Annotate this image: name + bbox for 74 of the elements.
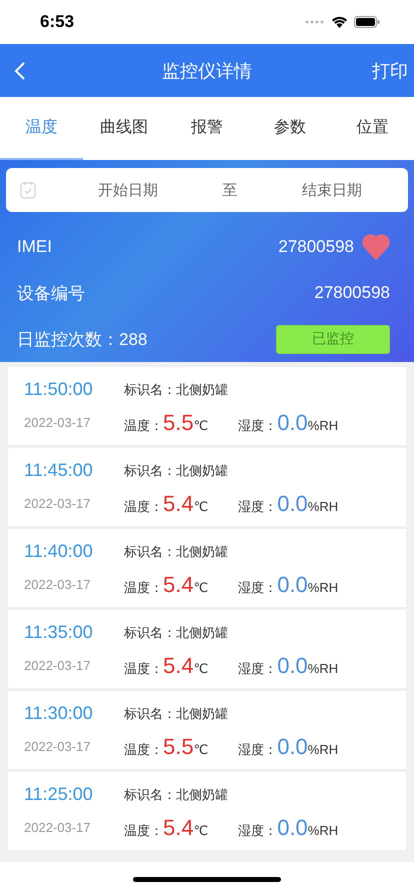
nav-title: 监控仪详情: [162, 60, 252, 82]
record-date: 2022-03-17: [24, 496, 92, 511]
temperature-value: 5.5: [163, 410, 194, 436]
temperature-label: 温度：: [124, 416, 163, 434]
tag-name: 标识名：北侧奶罐: [124, 704, 228, 722]
temperature-unit: ℃: [194, 498, 208, 514]
tag-name: 标识名：北侧奶罐: [124, 542, 228, 560]
status-time: 6:53: [40, 12, 74, 32]
humidity-unit: %RH: [308, 660, 338, 676]
tab[interactable]: 报警: [166, 97, 248, 160]
temperature-value: 5.4: [163, 490, 194, 516]
temperature-label: 温度：: [124, 578, 163, 596]
record-time: 11:40:00: [24, 541, 94, 562]
record-date: 2022-03-17: [24, 820, 92, 835]
device-number-value: 27800598: [314, 282, 390, 304]
tag-name: 标识名：北侧奶罐: [124, 786, 228, 804]
device-number-label: 设备编号: [17, 282, 86, 304]
temperature-value: 5.4: [163, 814, 194, 840]
start-date-field[interactable]: 开始日期: [98, 180, 158, 200]
calendar-icon: [20, 181, 36, 199]
record-date: 2022-03-17: [24, 415, 92, 430]
temperature-label: 温度：: [124, 498, 163, 516]
record-time: 11:45:00: [24, 460, 94, 481]
record-date: 2022-03-17: [24, 577, 92, 592]
tag-name: 标识名：北侧奶罐: [124, 462, 228, 480]
humidity-label: 湿度：: [238, 578, 278, 596]
humidity-value: 0.0: [277, 652, 308, 678]
humidity-label: 湿度：: [238, 660, 278, 678]
temperature-value: 5.5: [163, 734, 194, 760]
temperature-unit: ℃: [194, 742, 208, 758]
end-date-field[interactable]: 结束日期: [302, 180, 362, 200]
record-time: 11:25:00: [24, 784, 94, 805]
temperature-unit: ℃: [194, 822, 208, 838]
humidity-value: 0.0: [277, 490, 308, 516]
signal-icon: [305, 20, 325, 24]
temperature-value: 5.4: [163, 572, 194, 598]
date-separator: 至: [222, 180, 238, 200]
print-button[interactable]: 打印: [372, 58, 408, 82]
humidity-label: 湿度：: [238, 822, 278, 840]
tab[interactable]: 曲线图: [82, 97, 166, 160]
temperature-label: 温度：: [124, 740, 163, 758]
humidity-unit: %RH: [308, 580, 338, 594]
temperature-label: 温度：: [124, 660, 163, 678]
humidity-unit: %RH: [308, 822, 338, 838]
imei-label: IMEI: [17, 236, 53, 258]
wifi-icon: [331, 16, 348, 28]
temperature-unit: ℃: [194, 418, 208, 434]
tag-name: 标识名：北侧奶罐: [124, 624, 228, 642]
temperature-label: 温度：: [124, 822, 163, 840]
humidity-value: 0.0: [277, 734, 308, 760]
record-date: 2022-03-17: [24, 658, 92, 673]
humidity-value: 0.0: [277, 572, 308, 598]
record-date: 2022-03-17: [24, 739, 92, 754]
temperature-unit: ℃: [194, 580, 208, 596]
battery-icon: [354, 16, 380, 28]
humidity-value: 0.0: [277, 814, 308, 840]
humidity-label: 湿度：: [238, 740, 278, 758]
tab[interactable]: 位置: [331, 97, 414, 160]
tab[interactable]: 参数: [248, 97, 332, 160]
humidity-unit: %RH: [308, 498, 338, 514]
humidity-label: 湿度：: [238, 416, 278, 434]
record-time: 11:30:00: [24, 703, 94, 724]
humidity-value: 0.0: [277, 410, 308, 436]
temperature-unit: ℃: [194, 660, 208, 676]
humidity-unit: %RH: [308, 418, 338, 432]
imei-value: 27800598: [278, 236, 354, 258]
record-time: 11:35:00: [24, 622, 94, 643]
humidity-label: 湿度：: [238, 498, 278, 516]
back-icon[interactable]: [14, 60, 26, 80]
temperature-value: 5.4: [163, 652, 194, 678]
tag-name: 标识名：北侧奶罐: [124, 380, 228, 398]
humidity-unit: %RH: [308, 742, 338, 756]
daily-count: 日监控次数：288: [17, 328, 148, 350]
record-time: 11:50:00: [24, 379, 94, 400]
